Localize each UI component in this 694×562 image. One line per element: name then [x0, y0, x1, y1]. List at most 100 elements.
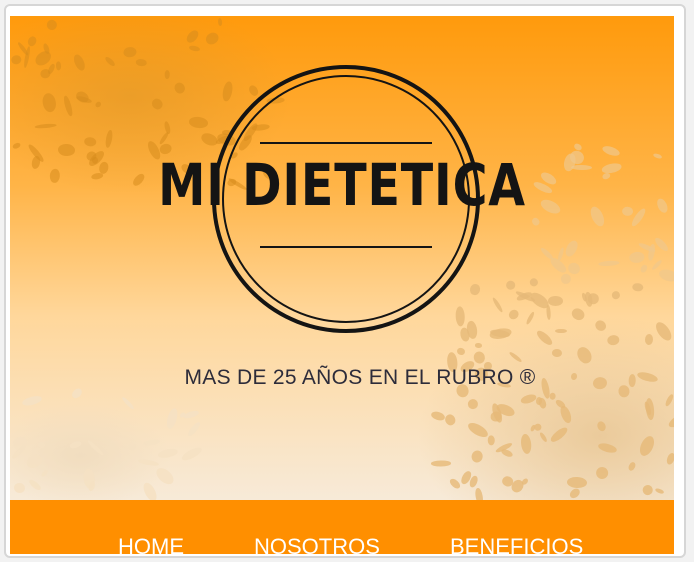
grain-speck — [525, 311, 536, 326]
grain-speck — [49, 168, 61, 183]
grain-speck — [617, 384, 631, 399]
grain-speck — [203, 30, 221, 47]
grain-speck — [103, 55, 116, 68]
grain-speck — [137, 458, 159, 467]
grain-speck — [126, 441, 139, 453]
grain-speck — [86, 438, 105, 457]
grain-speck — [595, 419, 608, 433]
grain-speck — [45, 18, 60, 33]
grain-speck — [443, 412, 458, 427]
grain-speck — [13, 482, 26, 495]
grain-speck — [217, 18, 223, 27]
grain-speck — [641, 483, 654, 496]
grain-speck — [639, 264, 649, 275]
grain-speck — [165, 69, 171, 79]
grain-speck — [184, 28, 201, 45]
grain-speck — [188, 44, 201, 53]
grain-speck — [21, 394, 43, 408]
grain-speck — [592, 376, 608, 390]
grain-speck — [507, 350, 523, 363]
grain-speck — [654, 487, 665, 496]
grain-speck — [519, 392, 537, 405]
grain-speck — [507, 307, 521, 321]
grain-speck — [654, 197, 669, 215]
grain-speck — [140, 480, 160, 500]
grain-speck — [12, 141, 22, 150]
grain-speck — [487, 435, 495, 447]
grain-speck — [187, 116, 209, 129]
grain-speck — [180, 445, 204, 463]
grain-speck — [530, 216, 541, 227]
grain-speck — [665, 452, 674, 466]
grain-speck — [538, 431, 548, 443]
nav-item-nosotros[interactable]: NOSOTROS — [254, 534, 380, 560]
nav-item-beneficios[interactable]: BENEFICIOS — [450, 534, 583, 560]
grain-speck — [535, 328, 556, 348]
grain-speck — [621, 206, 634, 217]
grain-speck — [153, 465, 177, 488]
grain-speck — [527, 276, 540, 288]
grain-speck — [84, 136, 97, 147]
grain-speck — [504, 280, 516, 291]
grain-speck — [467, 399, 479, 410]
grain-speck — [24, 451, 45, 471]
grain-speck — [606, 333, 620, 346]
grain-speck — [594, 465, 610, 481]
grain-speck — [47, 63, 57, 76]
grain-speck — [556, 246, 565, 262]
grain-speck — [156, 446, 179, 460]
grain-speck — [430, 460, 451, 467]
grain-speck — [569, 372, 578, 381]
grain-speck — [474, 342, 483, 348]
grain-speck — [465, 420, 490, 440]
grain-speck — [628, 251, 645, 264]
grain-speck — [71, 52, 87, 72]
grain-speck — [27, 478, 43, 493]
grain-speck — [554, 328, 567, 334]
grain-speck — [549, 392, 557, 401]
grain-speck — [664, 393, 674, 408]
grain-speck — [34, 123, 57, 130]
grain-speck — [560, 273, 572, 285]
grain-speck — [93, 100, 102, 109]
grain-speck — [63, 94, 75, 117]
grain-speck — [120, 396, 135, 411]
grain-speck — [10, 53, 22, 65]
hero-tagline: MAS DE 25 AÑOS EN EL RUBRO ® — [184, 366, 536, 389]
grain-speck — [37, 441, 45, 449]
grain-speck — [533, 423, 542, 431]
brand-name: MI DIETETICA — [158, 151, 526, 219]
grain-speck — [491, 296, 504, 314]
grain-speck — [474, 487, 484, 500]
grain-speck — [54, 61, 61, 70]
grain-speck — [563, 239, 581, 260]
grain-speck — [566, 476, 587, 489]
grain-speck — [448, 476, 462, 490]
grain-speck — [575, 345, 595, 367]
grain-speck — [30, 155, 42, 170]
grain-speck — [519, 433, 533, 455]
main-navigation: HOME NOSOTROS BENEFICIOS — [10, 500, 674, 559]
grain-speck — [142, 438, 160, 447]
grain-speck — [652, 152, 663, 160]
hero-banner: MI DIETETICA MAS DE 25 AÑOS EN EL RUBRO … — [10, 16, 674, 500]
grain-speck — [657, 267, 674, 284]
grain-speck — [666, 411, 674, 430]
grain-speck — [597, 260, 620, 267]
grain-speck — [69, 440, 82, 450]
grain-speck — [165, 407, 180, 430]
grain-speck — [570, 305, 587, 322]
grain-speck — [610, 289, 621, 300]
nav-item-home[interactable]: HOME — [118, 534, 184, 560]
grain-speck — [653, 319, 674, 344]
grain-speck — [627, 460, 638, 472]
grain-speck — [628, 374, 636, 388]
grain-speck — [456, 347, 467, 357]
grain-speck — [172, 81, 187, 96]
grain-speck — [632, 283, 644, 293]
grain-speck — [500, 447, 514, 459]
grain-speck — [104, 129, 114, 149]
grain-speck — [653, 235, 671, 253]
grain-speck — [70, 386, 84, 401]
grain-speck — [568, 486, 582, 500]
